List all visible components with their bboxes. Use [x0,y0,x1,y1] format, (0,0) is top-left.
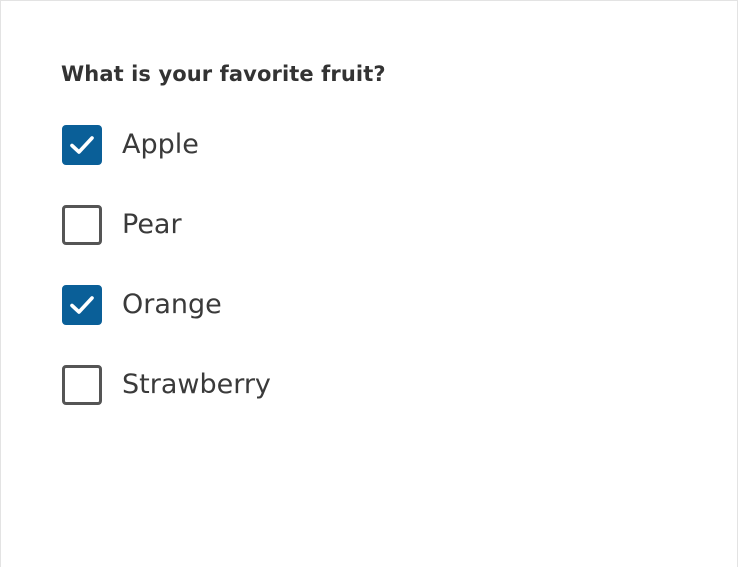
checkbox-list: Apple Pear Orange Strawberry [62,125,382,445]
checkbox-strawberry[interactable] [62,365,102,405]
check-icon [70,136,94,154]
checkbox-pear[interactable] [62,205,102,245]
question-label: What is your favorite fruit? [61,62,386,86]
option-pear[interactable]: Pear [62,205,382,245]
checkbox-apple[interactable] [62,125,102,165]
option-label-apple[interactable]: Apple [122,125,199,165]
checkbox-orange[interactable] [62,285,102,325]
check-icon [70,296,94,314]
option-label-pear[interactable]: Pear [122,205,182,245]
option-strawberry[interactable]: Strawberry [62,365,382,405]
option-apple[interactable]: Apple [62,125,382,165]
option-label-strawberry[interactable]: Strawberry [122,365,271,405]
option-label-orange[interactable]: Orange [122,285,222,325]
fruit-question-group: What is your favorite fruit? Apple Pear [61,59,386,405]
option-orange[interactable]: Orange [62,285,382,325]
form-panel: What is your favorite fruit? Apple Pear [0,0,738,567]
